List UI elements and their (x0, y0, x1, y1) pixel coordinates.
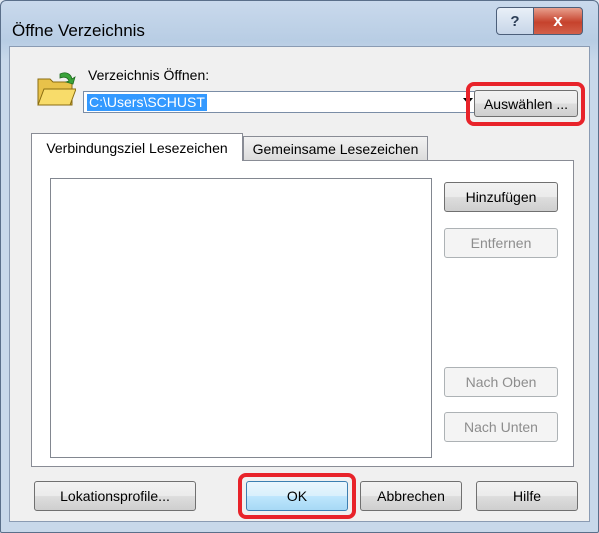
bookmark-list[interactable] (50, 178, 432, 458)
remove-bookmark-button[interactable]: Entfernen (444, 228, 558, 258)
close-icon: x (553, 11, 563, 30)
cancel-button[interactable]: Abbrechen (360, 481, 462, 511)
tab-gemeinsame-lesezeichen[interactable]: Gemeinsame Lesezeichen (243, 136, 428, 160)
window-title: Öffne Verzeichnis (12, 21, 145, 40)
move-up-button[interactable]: Nach Oben (444, 367, 558, 397)
help-button[interactable]: Hilfe (476, 481, 578, 511)
add-bookmark-button[interactable]: Hinzufügen (444, 182, 558, 212)
tab-verbindungsziel-lesezeichen[interactable]: Verbindungsziel Lesezeichen (31, 133, 243, 161)
highlight-marker (238, 473, 356, 519)
directory-combobox[interactable]: C:\Users\SCHUST (83, 91, 478, 113)
folder-open-icon (37, 72, 76, 106)
location-profiles-button[interactable]: Lokationsprofile... (34, 481, 196, 511)
help-title-button[interactable]: ? (496, 7, 534, 35)
directory-input[interactable]: C:\Users\SCHUST (87, 94, 207, 111)
close-button[interactable]: x (533, 7, 583, 35)
directory-label: Verzeichnis Öffnen: (88, 67, 210, 83)
move-down-button[interactable]: Nach Unten (444, 412, 558, 442)
highlight-marker (466, 82, 585, 126)
help-icon: ? (510, 12, 520, 30)
